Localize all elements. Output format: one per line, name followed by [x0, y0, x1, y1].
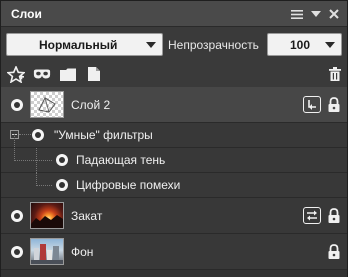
blend-mode-value: Нормальный [39, 38, 118, 52]
layer-name: Закат [71, 209, 103, 223]
collapse-icon[interactable] [308, 6, 324, 22]
menu-icon[interactable] [289, 6, 305, 22]
folder-icon[interactable] [59, 65, 77, 83]
lock-icon[interactable] [327, 208, 341, 224]
tree-connector [36, 185, 52, 186]
lock-icon[interactable] [327, 97, 341, 113]
panel-titlebar: Слои [1, 1, 347, 27]
filter-row-digital-noise[interactable]: Цифровые помехи [1, 173, 347, 198]
chevron-down-icon [146, 42, 156, 48]
opacity-dropdown[interactable]: 100 [267, 33, 342, 56]
smart-filters-label: "Умные" фильтры [54, 128, 153, 142]
blend-mode-dropdown[interactable]: Нормальный [6, 33, 163, 56]
tree-connector [14, 134, 15, 161]
tree-connector [14, 160, 52, 161]
star-icon[interactable] [7, 65, 25, 83]
opacity-label: Непрозрачность [168, 38, 259, 52]
new-layer-icon[interactable] [85, 65, 103, 83]
mask-icon[interactable] [33, 65, 51, 83]
panel-title: Слои [11, 7, 42, 21]
filter-name: Падающая тень [76, 153, 166, 167]
layer-thumbnail [30, 91, 64, 118]
layer-row-sunset[interactable]: Закат [1, 198, 347, 234]
visibility-eye-icon[interactable] [11, 210, 23, 222]
close-icon[interactable] [326, 6, 342, 22]
lock-icon[interactable] [327, 244, 341, 260]
tree-connector [19, 134, 31, 135]
trash-icon[interactable] [326, 65, 344, 83]
visibility-eye-icon[interactable] [11, 99, 23, 111]
layer-thumbnail [30, 238, 64, 265]
layer-name: Слой 2 [71, 98, 111, 112]
blend-opacity-row: Нормальный Непрозрачность 100 [1, 28, 347, 61]
layer-name: Фон [71, 245, 94, 259]
smart-filters-row[interactable]: "Умные" фильтры [1, 123, 347, 148]
link-badge-icon[interactable] [303, 207, 321, 224]
layers-toolbar [1, 61, 347, 87]
tree-connector [36, 148, 37, 173]
visibility-eye-icon[interactable] [32, 129, 44, 141]
visibility-eye-icon[interactable] [11, 246, 23, 258]
chevron-down-icon [325, 42, 335, 48]
layer-row-layer2[interactable]: Слой 2 [1, 87, 347, 123]
visibility-eye-icon[interactable] [56, 154, 68, 166]
layer-row-background[interactable]: Фон [1, 234, 347, 270]
layer-thumbnail [30, 202, 64, 229]
filter-name: Цифровые помехи [76, 178, 181, 192]
layers-panel: Слои Нормальный Непрозрачность 100 Слой … [0, 0, 348, 277]
visibility-eye-icon[interactable] [56, 179, 68, 191]
layers-list: Слой 2 "Умные" фильтры Падающая тень Циф… [1, 87, 347, 277]
opacity-value: 100 [290, 38, 311, 52]
filter-row-drop-shadow[interactable]: Падающая тень [1, 134, 347, 173]
smart-filter-badge-icon[interactable] [303, 96, 321, 113]
